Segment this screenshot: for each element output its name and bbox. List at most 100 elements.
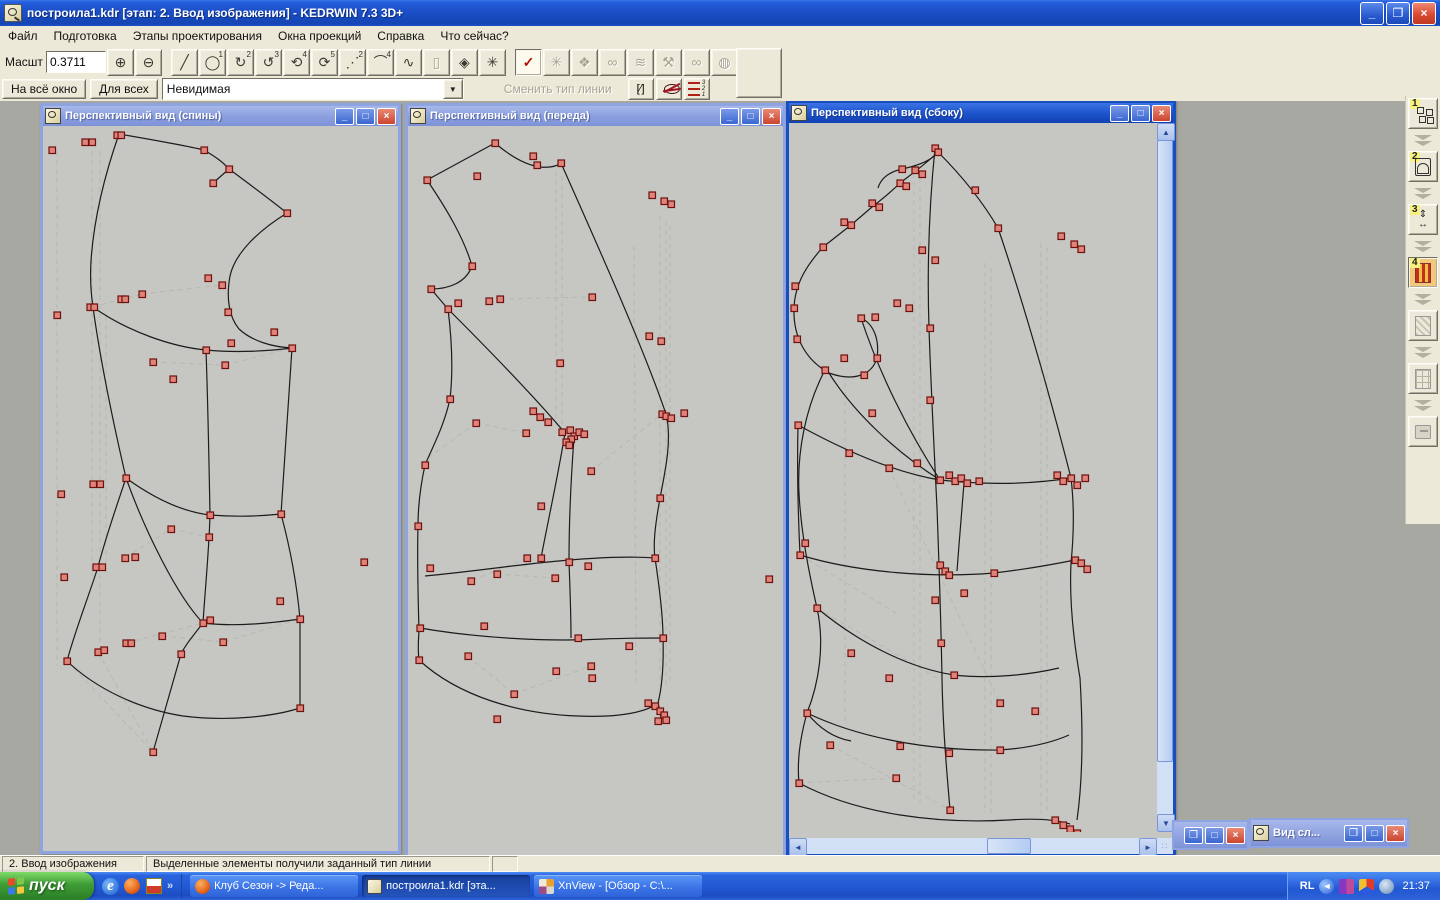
control-point[interactable] (896, 742, 905, 751)
control-point[interactable] (680, 409, 689, 418)
firefox-icon[interactable] (124, 878, 140, 894)
control-point[interactable] (227, 339, 236, 348)
control-point[interactable] (96, 480, 105, 489)
control-point[interactable] (892, 774, 901, 783)
control-point[interactable] (659, 634, 668, 643)
minimized-window[interactable]: ❐ □ × (1172, 820, 1249, 850)
child-maximize-button[interactable]: □ (1131, 104, 1150, 122)
child-close-button[interactable]: × (1152, 104, 1171, 122)
control-point[interactable] (584, 562, 593, 571)
control-point[interactable] (200, 146, 209, 155)
control-point[interactable] (427, 285, 436, 294)
curve-tool-5[interactable]: ⟳ 5 (310, 48, 338, 76)
control-point[interactable] (426, 564, 435, 573)
control-point[interactable] (813, 604, 822, 613)
control-point[interactable] (169, 375, 178, 384)
vscroll-thumb[interactable] (1157, 140, 1173, 762)
control-point[interactable] (277, 510, 286, 519)
control-point[interactable] (138, 290, 147, 299)
control-point[interactable] (219, 638, 228, 647)
control-point[interactable] (946, 806, 955, 815)
control-point[interactable] (873, 354, 882, 363)
control-point[interactable] (552, 667, 561, 676)
child-title-bar[interactable]: Перспективный вид (сбоку) _ □ × (789, 103, 1173, 123)
control-point[interactable] (580, 430, 589, 439)
ie-icon[interactable]: e (102, 877, 119, 895)
right-tool-hatch-mode[interactable] (1408, 310, 1438, 341)
minimize-button[interactable]: _ (1360, 1, 1384, 25)
control-point[interactable] (529, 407, 538, 416)
control-point[interactable] (204, 274, 213, 283)
control-point[interactable] (496, 295, 505, 304)
control-point[interactable] (565, 558, 574, 567)
child-close-button[interactable]: × (1386, 824, 1405, 842)
control-point[interactable] (48, 146, 57, 155)
control-point[interactable] (996, 699, 1005, 708)
curve-tool-4[interactable]: ⟲ 4 (282, 48, 310, 76)
control-point[interactable] (360, 558, 369, 567)
control-point[interactable] (1067, 474, 1076, 483)
child-maximize-button[interactable]: □ (356, 107, 375, 125)
knots-tool[interactable]: ≋ (626, 48, 654, 76)
control-point[interactable] (796, 551, 805, 560)
child-close-button[interactable]: × (762, 107, 781, 125)
chevron-separator-icon[interactable] (1414, 288, 1432, 310)
control-point[interactable] (795, 779, 804, 788)
control-point[interactable] (510, 690, 519, 699)
control-point[interactable] (89, 480, 98, 489)
control-point[interactable] (875, 203, 884, 212)
control-point[interactable] (81, 138, 90, 147)
control-point[interactable] (493, 715, 502, 724)
control-point[interactable] (945, 571, 954, 580)
control-point[interactable] (98, 563, 107, 572)
right-tool-points-mode[interactable]: 1 (1408, 98, 1438, 129)
star-tool[interactable]: ✳ (542, 48, 570, 76)
control-point[interactable] (444, 305, 453, 314)
loop-tool[interactable]: ∞ (682, 48, 710, 76)
start-button[interactable]: пуск (0, 872, 94, 900)
chevron-separator-icon[interactable] (1414, 394, 1432, 416)
flower-tool[interactable]: ❖ (570, 48, 598, 76)
scroll-up-icon[interactable]: ▲ (1157, 123, 1175, 141)
control-point[interactable] (1031, 707, 1040, 716)
menu-item-4[interactable]: Справка (369, 28, 432, 44)
control-point[interactable] (847, 649, 856, 658)
right-tool-dimensions-mode[interactable]: 3 ⇕ ↔ (1408, 204, 1438, 235)
control-point[interactable] (296, 615, 305, 624)
control-point[interactable] (53, 311, 62, 320)
tray-icon-1[interactable] (1339, 878, 1355, 894)
control-point[interactable] (893, 299, 902, 308)
control-point[interactable] (793, 335, 802, 344)
control-point[interactable] (587, 662, 596, 671)
control-point[interactable] (276, 597, 285, 606)
control-point[interactable] (472, 419, 481, 428)
control-point[interactable] (1073, 829, 1082, 832)
control-point[interactable] (1070, 240, 1079, 249)
control-point[interactable] (857, 314, 866, 323)
control-point[interactable] (121, 554, 130, 563)
control-point[interactable] (529, 152, 538, 161)
control-point[interactable] (1059, 477, 1068, 486)
child-title-bar[interactable]: Перспективный вид (переда) _ □ × (408, 106, 783, 126)
control-point[interactable] (537, 502, 546, 511)
control-point[interactable] (416, 624, 425, 633)
control-point[interactable] (926, 324, 935, 333)
control-point[interactable] (199, 619, 208, 628)
child-close-button[interactable]: × (1226, 826, 1245, 844)
control-point[interactable] (122, 474, 131, 483)
scroll-right-icon[interactable]: ► (1139, 838, 1157, 855)
vertical-scrollbar[interactable]: ▲ ▼ (1157, 123, 1175, 832)
control-point[interactable] (283, 209, 292, 218)
resize-grip[interactable]: ∷ (1157, 838, 1173, 854)
control-point[interactable] (60, 573, 69, 582)
control-point[interactable] (131, 553, 140, 562)
child-maximize-button[interactable]: □ (1365, 824, 1384, 842)
control-point[interactable] (454, 299, 463, 308)
control-point[interactable] (845, 449, 854, 458)
view-window-side[interactable]: Перспективный вид (сбоку) _ □ × ▲ ▼ ◄ ► (786, 101, 1176, 855)
control-point[interactable] (931, 256, 940, 265)
control-point[interactable] (551, 574, 560, 583)
control-point[interactable] (491, 139, 500, 148)
clock[interactable]: 21:37 (1402, 880, 1430, 892)
language-indicator[interactable]: RL (1300, 880, 1315, 892)
